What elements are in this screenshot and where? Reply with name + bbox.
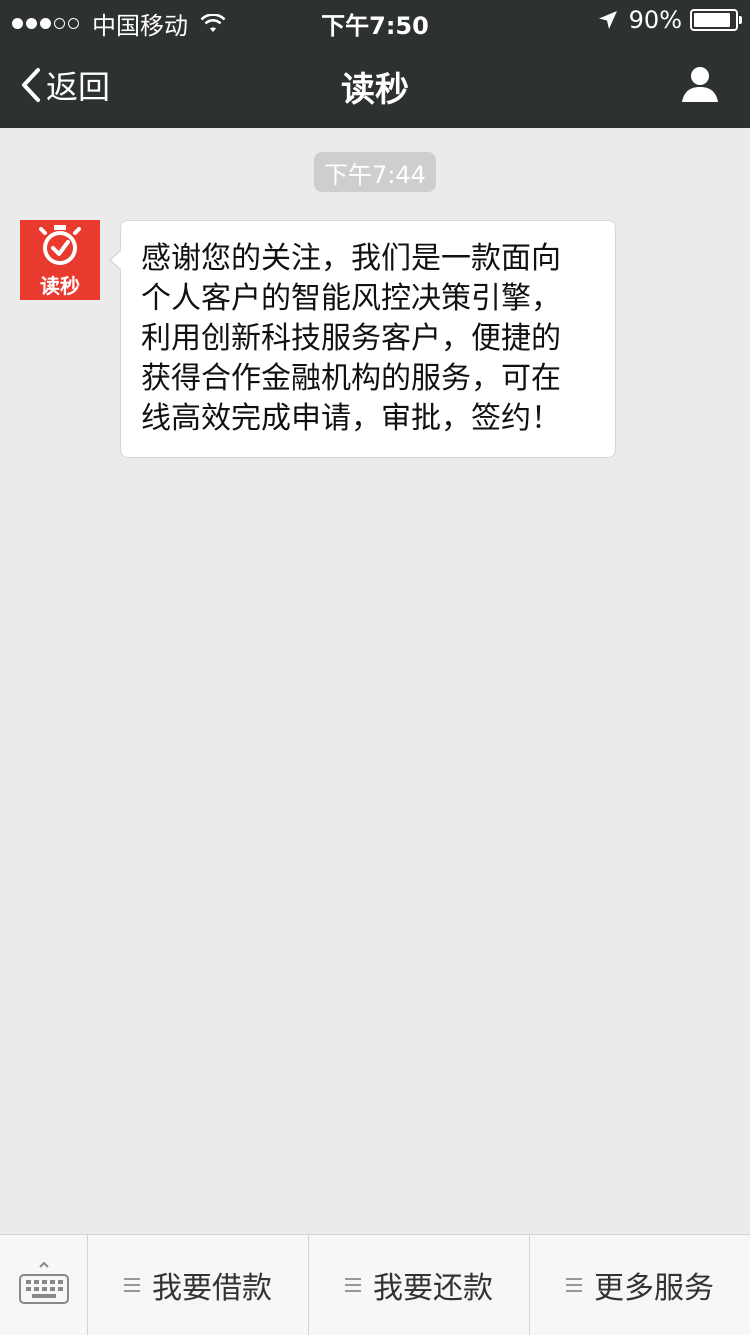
menu-item-label: 我要借款 (152, 1271, 272, 1306)
message-bubble[interactable]: 感谢您的关注，我们是一款面向 个人客户的智能风控决策引擎， 利用创新科技服务客户… (109, 220, 616, 458)
keyboard-icon (19, 1261, 69, 1304)
battery-percent: 90% (628, 6, 682, 34)
user-icon (682, 67, 718, 102)
official-account-avatar[interactable]: 读秒 (20, 220, 100, 300)
menu-list-icon (345, 1276, 361, 1294)
location-arrow-icon (598, 11, 617, 29)
message-line: 利用创新科技服务客户，便捷的 (141, 321, 561, 356)
profile-button[interactable] (680, 64, 720, 108)
stopwatch-icon (39, 225, 81, 265)
page-title: 读秒 (341, 70, 409, 110)
status-right: 90% (597, 6, 742, 34)
nav-bar: 返回 读秒 (0, 40, 750, 128)
menu-item-label: 更多服务 (594, 1271, 714, 1306)
avatar-brand-text: 读秒 (40, 274, 80, 298)
message-line: 个人客户的智能风控决策引擎， (141, 281, 561, 316)
message-timestamp: 下午7:44 (314, 152, 436, 192)
message-line: 感谢您的关注，我们是一款面向 (141, 241, 561, 276)
custom-menu-bar: 我要借款 我要还款 更多服务 (0, 1234, 750, 1335)
menu-list-icon (124, 1276, 140, 1294)
message-text: 感谢您的关注，我们是一款面向 个人客户的智能风控决策引擎， 利用创新科技服务客户… (141, 239, 597, 439)
menu-list-icon (566, 1276, 582, 1294)
menu-item-borrow[interactable]: 我要借款 (88, 1235, 309, 1335)
message-line: 线高效完成申请，审批，签约！ (141, 401, 561, 436)
status-bar: 中国移动 下午7:50 90% (0, 0, 750, 40)
keyboard-toggle-button[interactable] (0, 1235, 88, 1335)
battery-icon (690, 9, 742, 31)
menu-item-repay[interactable]: 我要还款 (309, 1235, 530, 1335)
message-line: 获得合作金融机构的服务，可在 (141, 361, 561, 396)
menu-item-more-services[interactable]: 更多服务 (530, 1235, 750, 1335)
menu-item-label: 我要还款 (373, 1271, 493, 1306)
